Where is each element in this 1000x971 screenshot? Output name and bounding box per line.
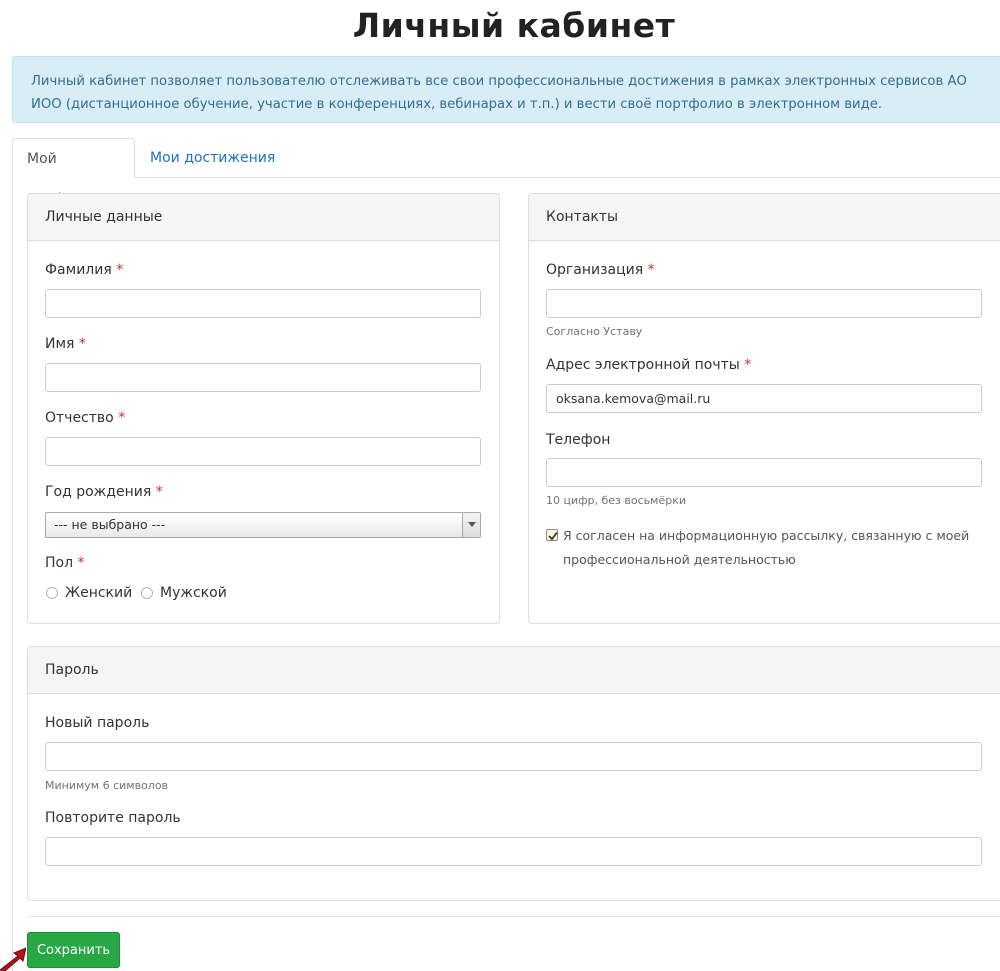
personal-data-heading: Личные данные — [28, 194, 499, 241]
birth-year-selected-value: --- не выбрано --- — [54, 517, 166, 532]
phone-label: Телефон — [546, 432, 611, 448]
arrow-pointer-icon — [0, 947, 26, 971]
email-input[interactable] — [546, 384, 982, 413]
gender-male-label[interactable]: Мужской — [160, 585, 227, 601]
info-alert: Личный кабинет позволяет пользователю от… — [12, 56, 1000, 123]
required-mark: * — [116, 262, 124, 278]
tab-my-achievements[interactable]: Мои достижения — [136, 138, 289, 178]
organization-help: Согласно Уставу — [546, 325, 643, 338]
chevron-down-icon[interactable] — [462, 513, 480, 537]
personal-data-panel: Личные данные — [27, 193, 500, 624]
consent-checkbox[interactable] — [546, 529, 558, 541]
password-heading: Пароль — [28, 647, 1000, 694]
phone-input[interactable] — [546, 458, 982, 487]
name-label: Имя * — [45, 336, 86, 352]
consent-label[interactable]: Я согласен на информационную рассылку, с… — [563, 524, 983, 572]
required-mark: * — [647, 262, 655, 278]
patronymic-input[interactable] — [45, 437, 481, 466]
page-title: Личный кабинет — [352, 6, 676, 45]
organization-label: Организация * — [546, 262, 655, 278]
birth-year-label: Год рождения * — [45, 484, 163, 500]
required-mark: * — [155, 484, 163, 500]
gender-male-radio[interactable] — [141, 587, 153, 599]
tab-my-profile[interactable]: Мой профиль — [12, 138, 135, 207]
checkmark-icon — [548, 531, 558, 541]
required-mark: * — [78, 336, 86, 352]
email-label: Адрес электронной почты * — [546, 357, 752, 373]
required-mark: * — [77, 555, 85, 571]
required-mark: * — [118, 410, 126, 426]
new-password-help: Минимум 6 символов — [45, 779, 169, 792]
new-password-label: Новый пароль — [45, 715, 150, 731]
patronymic-label: Отчество * — [45, 410, 126, 426]
new-password-input[interactable] — [45, 742, 982, 771]
surname-label: Фамилия * — [45, 262, 124, 278]
name-input[interactable] — [45, 363, 481, 392]
gender-female-label[interactable]: Женский — [65, 585, 132, 601]
form-divider — [27, 916, 1000, 917]
contacts-heading: Контакты — [529, 194, 1000, 241]
gender-label: Пол * — [45, 555, 85, 571]
gender-female-radio[interactable] — [46, 587, 58, 599]
organization-input[interactable] — [546, 289, 982, 318]
phone-help: 10 цифр, без восьмёрки — [546, 494, 686, 507]
birth-year-select[interactable]: --- не выбрано --- — [45, 512, 481, 538]
save-button[interactable]: Сохранить — [27, 932, 120, 968]
required-mark: * — [744, 357, 752, 373]
repeat-password-input[interactable] — [45, 837, 982, 866]
surname-input[interactable] — [45, 289, 481, 318]
repeat-password-label: Повторите пароль — [45, 810, 181, 826]
